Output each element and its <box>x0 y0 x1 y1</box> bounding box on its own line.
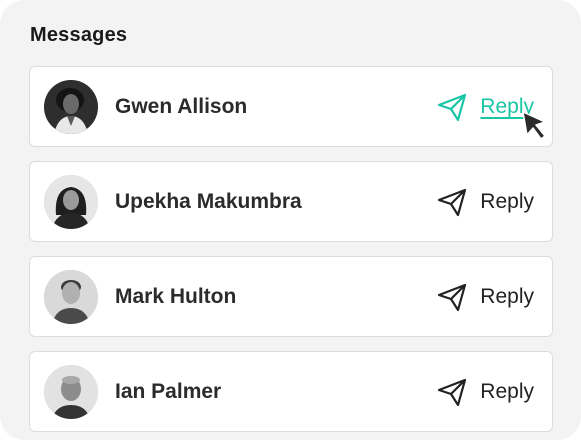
avatar <box>44 175 98 229</box>
avatar <box>44 80 98 134</box>
paper-plane-icon <box>438 378 467 407</box>
contact-name: Gwen Allison <box>115 95 248 118</box>
panel-title: Messages <box>30 24 128 46</box>
reply-label: Reply <box>480 380 534 403</box>
reply-button[interactable]: Reply <box>436 376 534 408</box>
list-item: Mark Hulton Reply <box>29 256 553 337</box>
avatar <box>44 270 98 324</box>
message-list: Gwen Allison Reply Upekha Makumbra Reply… <box>29 66 553 446</box>
mouse-pointer-icon <box>522 111 546 140</box>
paper-plane-icon <box>438 93 467 122</box>
paper-plane-icon <box>438 188 467 217</box>
messages-panel: Messages Gwen Allison Reply Upekha Makum… <box>0 0 581 440</box>
reply-button[interactable]: Reply <box>436 91 534 123</box>
contact-name: Upekha Makumbra <box>115 190 302 213</box>
list-item: Gwen Allison Reply <box>29 66 553 147</box>
list-item: Ian Palmer Reply <box>29 351 553 432</box>
reply-button[interactable]: Reply <box>436 186 534 218</box>
avatar <box>44 365 98 419</box>
paper-plane-icon <box>438 283 467 312</box>
contact-name: Ian Palmer <box>115 380 222 403</box>
reply-label: Reply <box>480 285 534 308</box>
reply-label: Reply <box>480 190 534 213</box>
list-item: Upekha Makumbra Reply <box>29 161 553 242</box>
contact-name: Mark Hulton <box>115 285 237 308</box>
reply-button[interactable]: Reply <box>436 281 534 313</box>
